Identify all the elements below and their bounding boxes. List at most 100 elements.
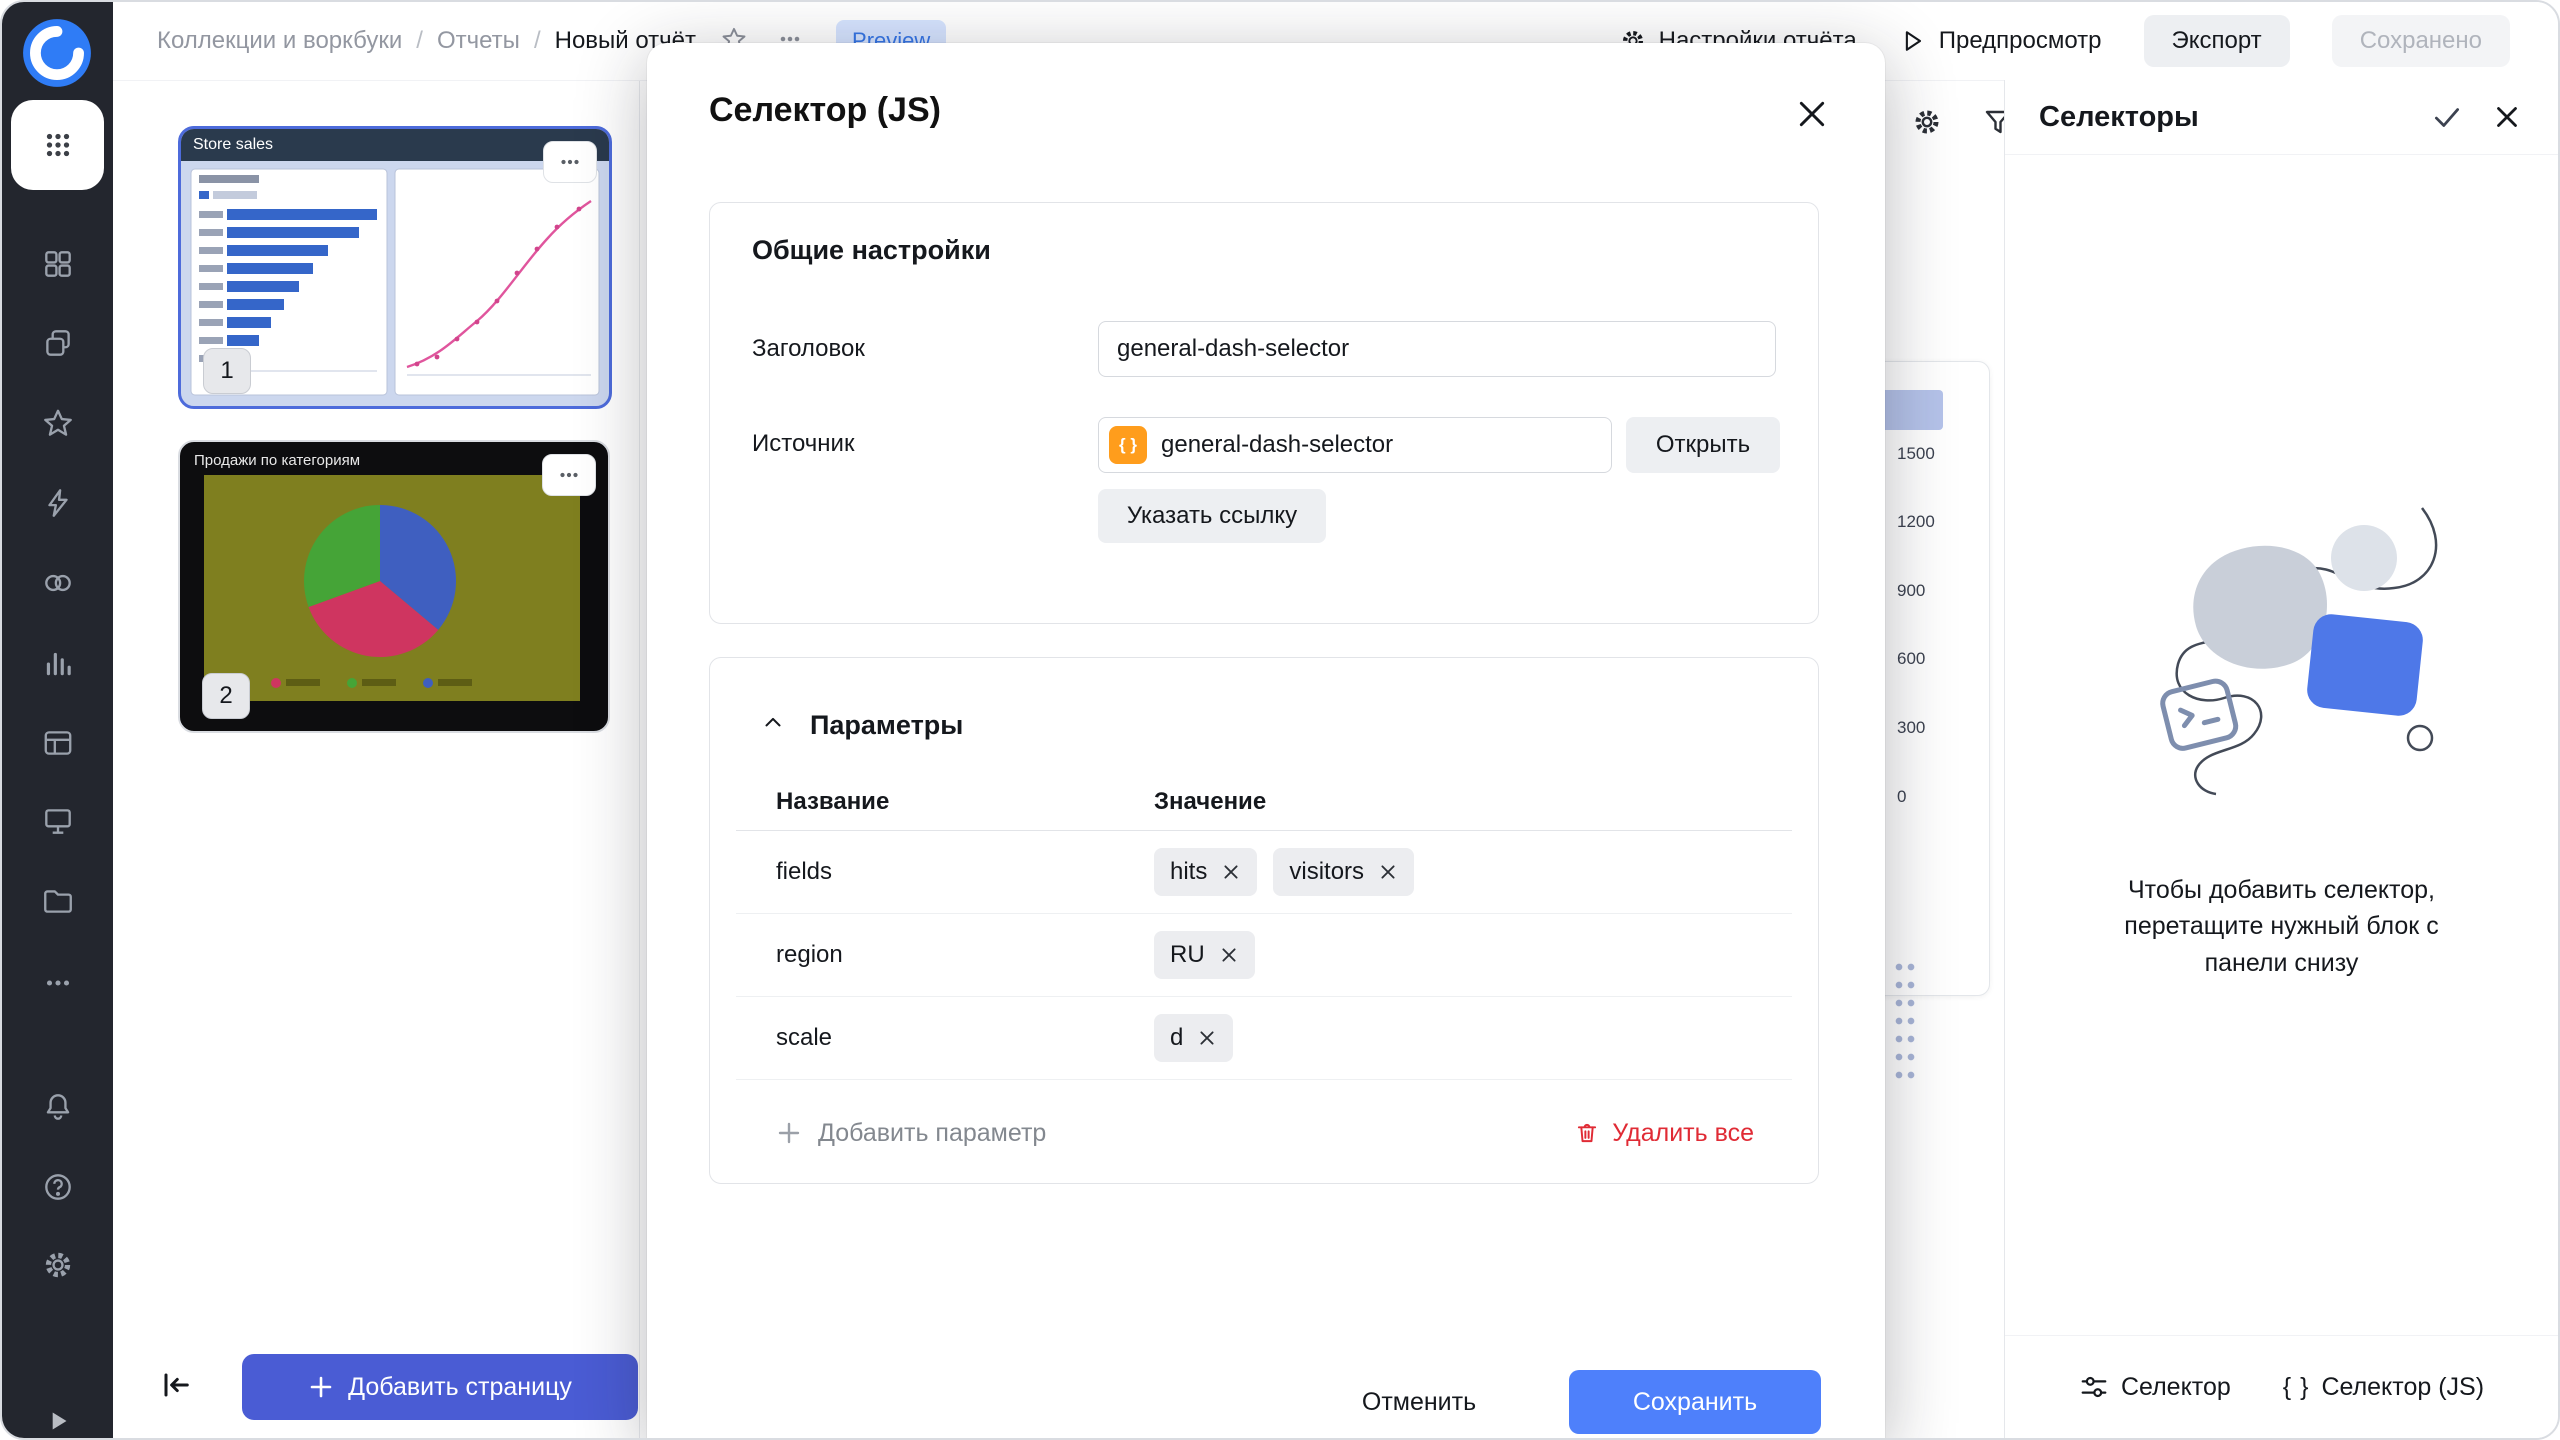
collections-icon[interactable] [41, 326, 75, 360]
add-parameter-button[interactable]: Добавить параметр [736, 1119, 1046, 1148]
sidebar [2, 2, 113, 1438]
screenshot: 1500 1200 900 600 300 0 Коллекции и ворк… [0, 0, 2560, 1440]
favorites-icon[interactable] [41, 406, 75, 440]
collapse-pages-panel-button[interactable] [143, 1352, 209, 1418]
chip-label: d [1170, 1024, 1183, 1052]
sliders-icon [2079, 1372, 2109, 1402]
delete-all-label: Удалить все [1612, 1119, 1754, 1148]
page-thumbnail-1[interactable]: Store sales [178, 126, 612, 409]
services-rings-icon[interactable] [41, 566, 75, 600]
add-page-label: Добавить страницу [348, 1373, 572, 1402]
remove-chip-icon[interactable] [1219, 945, 1239, 965]
param-name: scale [736, 1024, 1144, 1052]
monitoring-icon[interactable] [41, 804, 75, 838]
param-value-chip[interactable]: hits [1154, 848, 1257, 896]
add-page-button[interactable]: Добавить страницу [242, 1354, 638, 1420]
param-row-fields: fields hits visitors [736, 831, 1792, 914]
selectors-panel-title: Селекторы [2039, 101, 2404, 134]
app-window: 1500 1200 900 600 300 0 Коллекции и ворк… [0, 0, 2560, 1440]
param-value-chip[interactable]: RU [1154, 931, 1255, 979]
param-row-scale: scale d [736, 997, 1792, 1080]
help-icon[interactable] [41, 1170, 75, 1204]
braces-icon: { } [2283, 1373, 2310, 1402]
datalens-logo[interactable] [20, 16, 94, 90]
y-axis-tick: 300 [1897, 718, 1925, 738]
remove-chip-icon[interactable] [1197, 1028, 1217, 1048]
charts-icon[interactable] [41, 646, 75, 680]
js-source-icon: { } [1109, 426, 1147, 464]
modal-title: Селектор (JS) [709, 91, 941, 130]
parameters-footer: Добавить параметр Удалить все [736, 1080, 1792, 1186]
param-value-chip[interactable]: d [1154, 1014, 1233, 1062]
save-button[interactable]: Сохранить [1569, 1370, 1821, 1434]
param-name: region [736, 941, 1144, 969]
open-source-button[interactable]: Открыть [1626, 417, 1780, 473]
page-more-button[interactable] [542, 454, 596, 496]
page-number-badge: 2 [202, 673, 250, 719]
source-select[interactable]: { } general-dash-selector [1098, 417, 1612, 473]
selectors-hint-text: Чтобы добавить селектор, перетащите нужн… [2109, 872, 2455, 981]
page-thumbnail-2[interactable]: Продажи по категориям 2 [178, 440, 610, 733]
trash-icon [1574, 1120, 1600, 1146]
preview-label: Предпросмотр [1939, 27, 2102, 55]
remove-chip-icon[interactable] [1378, 862, 1398, 882]
chart-dots [1893, 958, 1915, 1082]
selectors-panel-header: Селекторы [2005, 80, 2558, 155]
selectors-panel: Селекторы Чтобы добавить селектор, [2004, 80, 2558, 1438]
play-icon [1899, 27, 1927, 55]
chip-label: hits [1170, 858, 1207, 886]
selector-blocks-bar: Селектор { } Селектор (JS) [2005, 1335, 2558, 1438]
param-value-chip[interactable]: visitors [1273, 848, 1414, 896]
modal-actions: Отменить Сохранить [647, 1370, 1885, 1434]
expand-sidebar-icon[interactable] [41, 1404, 75, 1438]
specify-link-button[interactable]: Указать ссылку [1098, 489, 1326, 543]
title-input[interactable] [1098, 321, 1776, 377]
source-field-label: Источник [752, 430, 854, 458]
selector-block[interactable]: Селектор [2079, 1372, 2231, 1402]
page-more-button[interactable] [543, 141, 597, 183]
storage-icon[interactable] [41, 884, 75, 918]
page-number-badge: 1 [203, 348, 251, 394]
more-icon[interactable] [41, 966, 75, 1000]
breadcrumb-reports[interactable]: Отчеты [437, 27, 520, 55]
saved-button: Сохранено [2332, 15, 2510, 67]
datasets-icon[interactable] [41, 726, 75, 760]
preview-button[interactable]: Предпросмотр [1899, 27, 2102, 55]
selector-block-label: Селектор [2121, 1373, 2231, 1402]
apply-check-icon[interactable] [2430, 100, 2464, 134]
widget-gear-icon[interactable] [1911, 106, 1943, 138]
quick-actions-icon[interactable] [41, 486, 75, 520]
remove-chip-icon[interactable] [1221, 862, 1241, 882]
selector-js-block[interactable]: { } Селектор (JS) [2283, 1373, 2484, 1402]
notifications-icon[interactable] [41, 1090, 75, 1124]
delete-all-button[interactable]: Удалить все [1574, 1119, 1754, 1148]
y-axis-tick: 1200 [1897, 512, 1935, 532]
all-services-button[interactable] [11, 100, 104, 190]
cancel-button[interactable]: Отменить [1324, 1370, 1514, 1434]
general-settings-card: Общие настройки Заголовок Источник { } g… [709, 202, 1819, 624]
breadcrumb-collections[interactable]: Коллекции и воркбуки [157, 27, 402, 55]
title-field-label: Заголовок [752, 335, 865, 363]
breadcrumb-separator: / [534, 27, 541, 55]
y-axis-tick: 0 [1897, 787, 1906, 807]
collapse-left-icon [156, 1365, 196, 1405]
y-axis-tick: 600 [1897, 649, 1925, 669]
parameters-card: Параметры Название Значение fields hits [709, 657, 1819, 1184]
collapse-section-icon[interactable] [760, 710, 786, 741]
parameters-heading: Параметры [810, 710, 963, 741]
dashboards-icon[interactable] [41, 247, 75, 281]
selector-js-modal: Селектор (JS) Общие настройки Заголовок … [647, 43, 1885, 1440]
selector-js-block-label: Селектор (JS) [2321, 1373, 2484, 1402]
modal-close-icon[interactable] [1793, 95, 1831, 133]
chip-label: RU [1170, 941, 1205, 969]
y-axis-tick: 1500 [1897, 444, 1935, 464]
settings-icon[interactable] [41, 1248, 75, 1282]
plus-icon [308, 1374, 334, 1400]
pages-panel: Store sales [113, 80, 640, 1438]
column-name-header: Название [736, 788, 1144, 816]
chip-label: visitors [1289, 858, 1364, 886]
close-panel-icon[interactable] [2490, 100, 2524, 134]
plus-icon [776, 1120, 802, 1146]
export-button[interactable]: Экспорт [2144, 15, 2290, 67]
param-row-region: region RU [736, 914, 1792, 997]
